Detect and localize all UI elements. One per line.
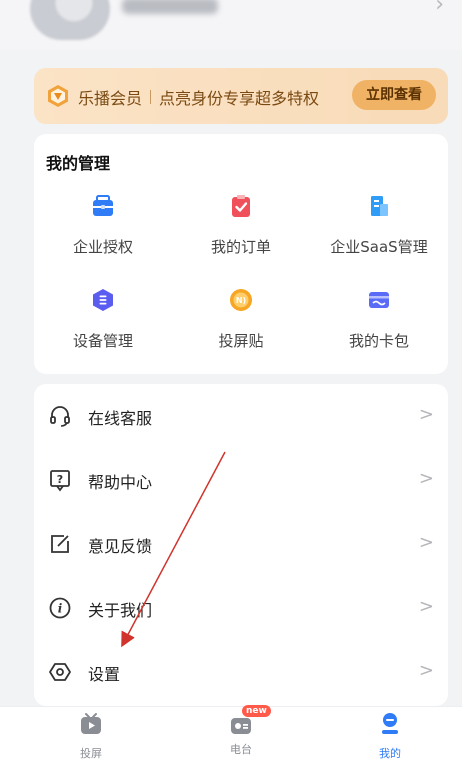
tab-label: 电台	[230, 743, 252, 756]
menu-item-feedback[interactable]: 意见反馈 >	[34, 512, 448, 576]
menu-item-label: 意见反馈	[88, 537, 153, 556]
grid-item-label: 设备管理	[72, 332, 133, 350]
grid-item-my-orders[interactable]: 我的订单	[172, 194, 310, 257]
grid-item-label: 投屏贴	[218, 332, 264, 350]
chevron-right-icon: >	[418, 660, 434, 681]
menu-item-help-center[interactable]: ? 帮助中心 >	[34, 448, 448, 512]
menu-item-label: 设置	[88, 665, 121, 684]
management-card: 我的管理 企业授权 我的订单 企业SaaS管理 设备管理 N) 投屏贴 我的卡包	[34, 134, 448, 374]
clipboard-check-icon	[232, 195, 250, 217]
svg-text:i: i	[58, 602, 63, 616]
feedback-icon	[51, 535, 69, 553]
grid-item-card-wallet[interactable]: 我的卡包	[310, 288, 448, 351]
help-icon: ?	[50, 470, 70, 492]
grid-item-cast-sticker[interactable]: N) 投屏贴	[172, 288, 310, 351]
svg-text:N): N)	[236, 296, 246, 305]
nfc-sticker-icon: N)	[230, 289, 252, 311]
chevron-right-icon: >	[418, 404, 434, 425]
tab-radio[interactable]: new 电台	[201, 705, 281, 757]
blurred-username	[122, 0, 218, 14]
menu-card: 在线客服 > ? 帮助中心 > 意见反馈 > i 关于我们 > 设置 >	[34, 384, 448, 706]
profile-header[interactable]: ›	[0, 0, 462, 50]
grid-item-label: 我的卡包	[348, 332, 409, 350]
briefcase-icon	[93, 195, 113, 216]
new-badge: new	[242, 705, 271, 717]
cast-tv-icon	[81, 713, 101, 734]
grid-item-label: 企业SaaS管理	[330, 238, 428, 256]
chevron-right-icon: >	[418, 596, 434, 617]
menu-item-label: 在线客服	[88, 409, 153, 428]
vip-subtitle: 点亮身份专享超多特权	[159, 89, 320, 108]
vip-badge-icon	[48, 85, 68, 107]
profile-chevron-icon: ›	[435, 0, 444, 17]
tab-mine[interactable]: 我的	[350, 711, 430, 761]
menu-item-label: 关于我们	[88, 601, 153, 620]
svg-text:?: ?	[57, 473, 63, 486]
tab-label: 投屏	[80, 747, 102, 760]
tab-label: 我的	[379, 747, 401, 760]
radio-icon-wrap: new	[228, 705, 271, 737]
bottom-tab-bar: 投屏 new 电台 我的	[0, 705, 462, 763]
chevron-right-icon: >	[418, 532, 434, 553]
grid-item-enterprise-auth[interactable]: 企业授权	[34, 194, 172, 257]
vip-divider	[150, 90, 152, 104]
hexagon-device-icon	[93, 289, 113, 311]
settings-icon	[49, 663, 71, 681]
headset-icon	[50, 406, 70, 427]
grid-item-enterprise-saas[interactable]: 企业SaaS管理	[310, 194, 448, 257]
building-icon	[371, 196, 388, 216]
management-title: 我的管理	[46, 154, 111, 173]
card-wallet-icon	[369, 292, 389, 308]
grid-item-label: 企业授权	[72, 238, 133, 256]
grid-item-label: 我的订单	[210, 238, 271, 256]
menu-item-about-us[interactable]: i 关于我们 >	[34, 576, 448, 640]
menu-item-label: 帮助中心	[88, 473, 153, 492]
user-icon	[382, 713, 398, 734]
menu-item-online-service[interactable]: 在线客服 >	[34, 384, 448, 448]
grid-item-device-management[interactable]: 设备管理	[34, 288, 172, 351]
menu-item-settings[interactable]: 设置 >	[34, 640, 448, 704]
vip-title: 乐播会员	[78, 89, 143, 108]
vip-view-button[interactable]: 立即查看	[352, 80, 436, 110]
info-icon: i	[49, 597, 71, 619]
avatar	[30, 0, 110, 40]
vip-banner[interactable]: 乐播会员 点亮身份专享超多特权 立即查看	[34, 68, 448, 124]
chevron-right-icon: >	[418, 468, 434, 489]
tab-cast[interactable]: 投屏	[51, 711, 131, 761]
